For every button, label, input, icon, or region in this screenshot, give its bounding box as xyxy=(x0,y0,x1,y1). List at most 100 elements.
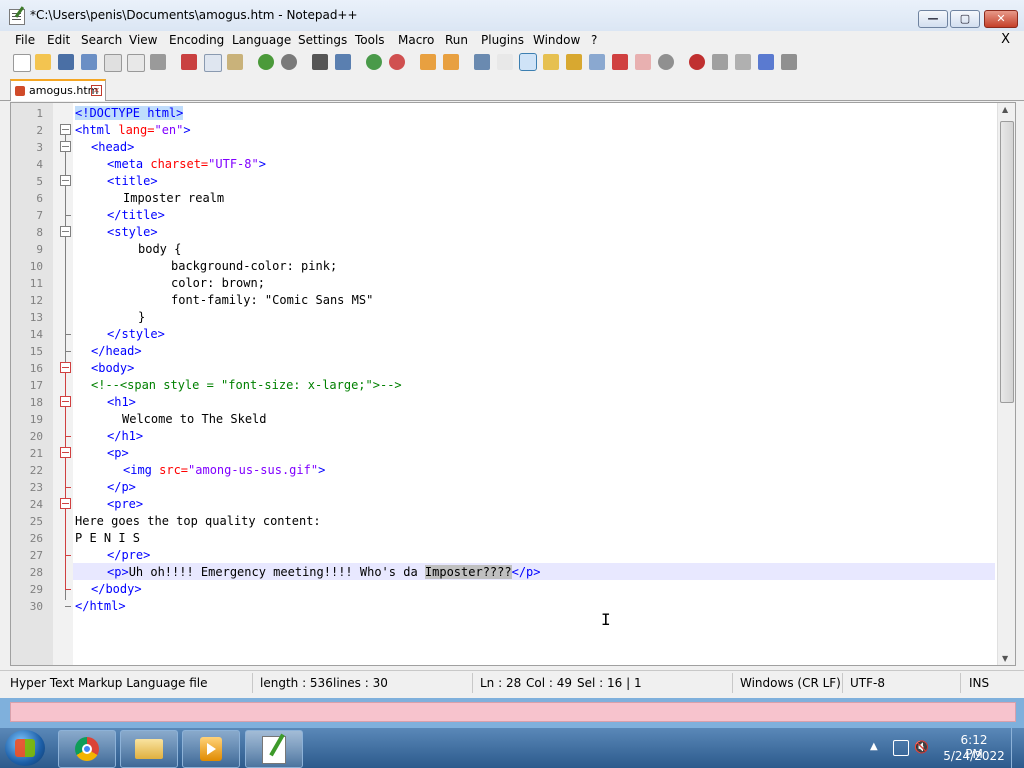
run-macro-multiple-icon[interactable] xyxy=(758,54,774,70)
fold-end-marker xyxy=(65,334,71,335)
close-button[interactable]: ✕ xyxy=(984,10,1018,28)
clock-date[interactable]: 5/24/2022 xyxy=(942,749,1006,763)
code-line: <title> xyxy=(107,174,158,188)
taskbar-media-player[interactable] xyxy=(182,730,240,768)
line-number: 15 xyxy=(29,345,43,358)
redo-icon[interactable] xyxy=(281,54,297,70)
scroll-down-arrow-icon[interactable]: ▼ xyxy=(1002,654,1008,663)
save-all-icon[interactable] xyxy=(81,54,97,70)
stop-macro-icon[interactable] xyxy=(712,54,728,70)
title-bar[interactable]: *C:\Users\penis\Documents\amogus.htm - N… xyxy=(0,0,1024,32)
line-number: 17 xyxy=(29,379,43,392)
scrollbar-thumb[interactable] xyxy=(1000,121,1014,403)
fold-end-marker xyxy=(65,215,71,216)
tag-token: <html xyxy=(75,123,119,137)
menu-view[interactable]: View xyxy=(129,33,157,47)
show-desktop-button[interactable] xyxy=(1011,728,1024,768)
code-editor[interactable]: 1 2 3 4 5 6 7 8 9 10 11 12 13 14 15 16 1… xyxy=(10,102,1016,666)
monitoring-icon[interactable] xyxy=(635,54,651,70)
scroll-up-arrow-icon[interactable]: ▲ xyxy=(1002,105,1008,114)
fold-end-marker xyxy=(65,589,71,590)
code-line: font-family: "Comic Sans MS" xyxy=(171,293,374,307)
zoom-out-icon[interactable] xyxy=(389,54,405,70)
show-hidden-icons-chevron-icon[interactable]: ▲ xyxy=(870,741,878,752)
play-macro-icon[interactable] xyxy=(735,54,751,70)
close-file-icon[interactable] xyxy=(104,54,122,72)
sync-horizontal-icon[interactable] xyxy=(443,54,459,70)
find-icon[interactable] xyxy=(312,54,328,70)
indent-guide-icon[interactable] xyxy=(519,53,537,71)
line-number: 7 xyxy=(36,209,43,222)
cut-icon[interactable] xyxy=(181,54,197,70)
menu-encoding[interactable]: Encoding xyxy=(169,33,224,47)
replace-icon[interactable] xyxy=(335,54,351,70)
menu-language[interactable]: Language xyxy=(232,33,291,47)
menu-tools[interactable]: Tools xyxy=(355,33,385,47)
notepad-plus-plus-icon[interactable] xyxy=(9,9,25,25)
menu-run[interactable]: Run xyxy=(445,33,468,47)
fold-toggle-icon[interactable] xyxy=(60,396,71,407)
save-icon[interactable] xyxy=(58,54,74,70)
fold-toggle-icon[interactable] xyxy=(60,175,71,186)
minimize-button[interactable]: — xyxy=(918,10,948,28)
line-number: 12 xyxy=(29,294,43,307)
menu-edit[interactable]: Edit xyxy=(47,33,70,47)
user-defined-language-icon[interactable] xyxy=(543,54,559,70)
function-list-icon[interactable] xyxy=(589,54,605,70)
folder-as-workspace-icon[interactable] xyxy=(612,54,628,70)
fold-toggle-icon[interactable] xyxy=(60,498,71,509)
vertical-scrollbar[interactable]: ▲ ▼ xyxy=(997,103,1015,665)
fold-toggle-icon[interactable] xyxy=(60,141,71,152)
menu-macro[interactable]: Macro xyxy=(398,33,434,47)
save-macro-icon[interactable] xyxy=(781,54,797,70)
taskbar-explorer[interactable] xyxy=(120,730,178,768)
taskbar-notepad-plus-plus[interactable] xyxy=(245,730,303,768)
eye-icon[interactable] xyxy=(658,54,674,70)
word-wrap-icon[interactable] xyxy=(474,54,490,70)
menu-window[interactable]: Window xyxy=(533,33,580,47)
status-bar: Hyper Text Markup Language file length :… xyxy=(0,670,1024,695)
line-number: 9 xyxy=(36,243,43,256)
menu-search[interactable]: Search xyxy=(81,33,122,47)
line-number: 25 xyxy=(29,515,43,528)
new-file-icon[interactable] xyxy=(13,54,31,72)
code-line: <!DOCTYPE html> xyxy=(75,105,184,122)
code-line: color: brown; xyxy=(171,276,265,290)
line-number: 21 xyxy=(29,447,43,460)
fold-toggle-icon[interactable] xyxy=(60,226,71,237)
document-map-icon[interactable] xyxy=(566,54,582,70)
tab-amogus-htm[interactable]: amogus.htm ✕ xyxy=(10,79,106,101)
sync-vertical-icon[interactable] xyxy=(420,54,436,70)
network-icon[interactable] xyxy=(893,740,909,756)
menu-help[interactable]: ? xyxy=(591,33,597,47)
tab-close-icon[interactable]: ✕ xyxy=(91,85,102,96)
menu-plugins[interactable]: Plugins xyxy=(481,33,524,47)
open-folder-icon[interactable] xyxy=(35,54,51,70)
line-number: 8 xyxy=(36,226,43,239)
status-divider xyxy=(842,673,843,693)
line-number: 16 xyxy=(29,362,43,375)
line-number: 23 xyxy=(29,481,43,494)
zoom-in-icon[interactable] xyxy=(366,54,382,70)
show-all-characters-icon[interactable] xyxy=(497,54,513,70)
menu-bar: File Edit Search View Encoding Language … xyxy=(0,31,1024,50)
fold-toggle-icon[interactable] xyxy=(60,447,71,458)
folder-icon xyxy=(135,739,163,759)
volume-muted-icon[interactable]: 🔇 xyxy=(914,740,930,754)
print-icon[interactable] xyxy=(150,54,166,70)
paste-icon[interactable] xyxy=(227,54,243,70)
record-macro-icon[interactable] xyxy=(689,54,705,70)
close-all-icon[interactable] xyxy=(127,54,145,72)
maximize-button[interactable]: ▢ xyxy=(950,10,980,28)
selected-text: Imposter???? xyxy=(424,565,512,579)
close-icon: ✕ xyxy=(996,12,1006,25)
copy-icon[interactable] xyxy=(204,54,222,72)
start-button[interactable] xyxy=(5,730,45,766)
undo-icon[interactable] xyxy=(258,54,274,70)
taskbar-chrome[interactable] xyxy=(58,730,116,768)
menu-file[interactable]: File xyxy=(15,33,35,47)
menu-settings[interactable]: Settings xyxy=(298,33,347,47)
close-document-button[interactable]: X xyxy=(1001,32,1010,47)
line-number: 20 xyxy=(29,430,43,443)
tab-bar: amogus.htm ✕ xyxy=(0,76,1024,101)
